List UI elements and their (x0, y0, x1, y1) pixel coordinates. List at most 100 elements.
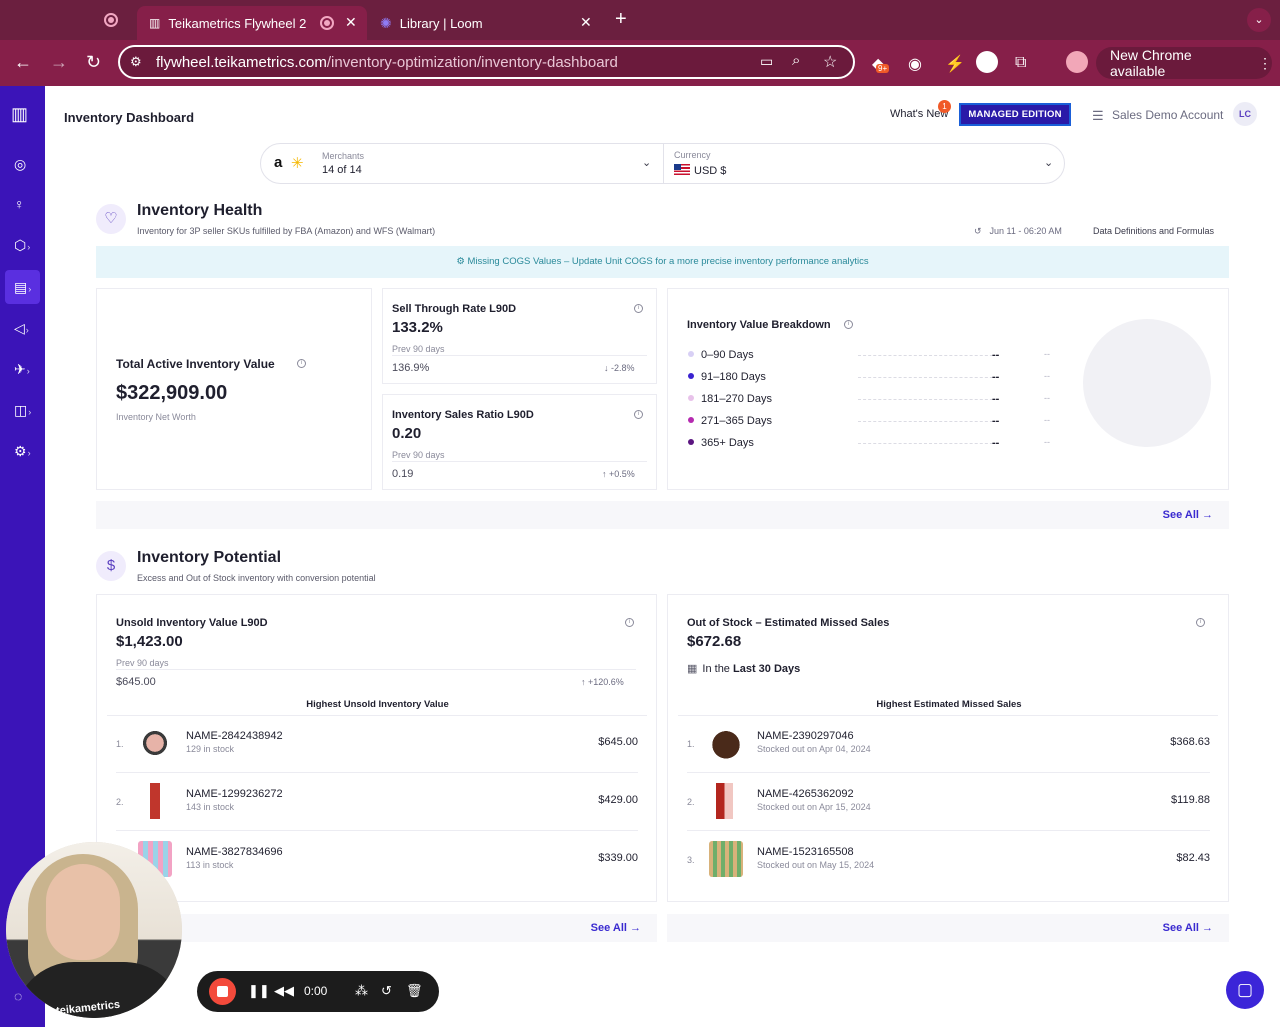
bookmark-star-icon[interactable]: ☆ (823, 52, 837, 72)
trash-icon[interactable]: 🗑 (406, 983, 423, 999)
delta: ↑ +0.5% (602, 469, 635, 479)
info-icon[interactable]: i (634, 410, 643, 419)
loom-camera-bubble[interactable]: teikametrics (6, 842, 182, 1018)
forward-icon[interactable]: → (50, 52, 68, 72)
settings-icon[interactable]: ⚙› (14, 443, 38, 460)
info-icon[interactable]: i (844, 320, 853, 329)
leader-line (858, 355, 998, 356)
zoom-icon[interactable]: ⌕ (792, 52, 800, 69)
extension-icon[interactable]: ◉ (908, 54, 922, 74)
puzzle-icon[interactable]: ⧉ (1015, 54, 1026, 72)
logo-icon[interactable]: ▥ (11, 104, 35, 125)
close-icon[interactable]: ✕ (345, 14, 357, 31)
product-value: $645.00 (598, 736, 638, 748)
managed-edition-badge[interactable]: MANAGED EDITION (959, 103, 1071, 126)
chat-icon[interactable]: ▢ (1226, 971, 1264, 1009)
recording-time: 0:00 (304, 984, 328, 998)
breakdown-row-pct: -- (1044, 415, 1050, 425)
product-name[interactable]: NAME-3827834696 (186, 846, 283, 858)
info-icon[interactable]: i (297, 359, 306, 368)
product-row[interactable]: 1. NAME-2842438942 129 in stock $645.00 (116, 717, 638, 773)
product-name[interactable]: NAME-1299236272 (186, 788, 283, 800)
breakdown-row: 91–180 Days -- -- (688, 371, 1058, 383)
kebab-menu-icon[interactable]: ⋮ (1258, 55, 1272, 72)
product-row[interactable]: 2. NAME-1299236272 143 in stock $429.00 (116, 775, 638, 831)
pause-icon[interactable]: ❚❚ (248, 983, 270, 999)
product-thumbnail (709, 783, 743, 819)
timestamp: Jun 11 - 06:20 AM (989, 226, 1062, 236)
tab-loom[interactable]: ✺ Library | Loom ✕ (372, 6, 602, 40)
compass-icon[interactable]: ◎ (14, 156, 38, 173)
site-info-icon[interactable]: ⚙ (130, 54, 142, 70)
inventory-icon[interactable]: ▤› (14, 279, 38, 296)
lightning-icon[interactable]: ⚡ (945, 54, 965, 74)
breakdown-label: Inventory Value Breakdown (687, 319, 831, 331)
chart-icon[interactable]: ◫› (14, 402, 38, 419)
product-row[interactable]: 2. NAME-4265362092 Stocked out on Apr 15, … (687, 775, 1210, 831)
camera-icon[interactable]: ▭ (760, 53, 773, 70)
avatar[interactable]: LC (1233, 102, 1257, 126)
breakdown-row-value: -- (992, 371, 1000, 383)
see-all-link[interactable]: See All → (591, 922, 641, 934)
tab-teikametrics[interactable]: ▥ Teikametrics Flywheel 2 ✕ (137, 6, 367, 40)
calendar-icon: ▦ (687, 663, 698, 675)
account-menu-icon[interactable]: ☰ (1092, 108, 1104, 124)
product-sub: 143 in stock (186, 802, 235, 812)
product-thumbnail (709, 841, 743, 877)
tab-search-chevron-icon[interactable]: ⌄ (1247, 8, 1271, 32)
gear-icon: ⚙ (456, 256, 465, 267)
sell-through-card: Sell Through Rate L90D i 133.2% Prev 90 … (382, 288, 657, 384)
potential-subtitle: Excess and Out of Stock inventory with c… (137, 573, 376, 583)
amazon-logo-icon: a (274, 154, 283, 171)
product-row[interactable]: 1. NAME-2390297046 Stocked out on Apr 04, … (687, 717, 1210, 773)
see-all-link[interactable]: See All → (1163, 509, 1213, 521)
stop-recording-button[interactable] (209, 978, 236, 1005)
profile-avatar[interactable] (1066, 51, 1088, 73)
total-value: $322,909.00 (116, 382, 228, 404)
breakdown-row-value: -- (992, 437, 1000, 449)
product-row[interactable]: 3. NAME-1523165508 Stocked out on May 15, … (687, 833, 1210, 889)
filter-bar: a ✳ Merchants 14 of 14 ⌄ Currency USD $ … (260, 143, 1065, 184)
close-icon[interactable]: ✕ (580, 14, 592, 31)
cogs-link[interactable]: Missing COGS Values (468, 256, 562, 267)
oos-label: Out of Stock – Estimated Missed Sales (687, 617, 890, 629)
period-value: Last 30 Days (732, 663, 801, 675)
merchants-select[interactable]: a ✳ Merchants 14 of 14 ⌄ (261, 144, 663, 183)
product-name[interactable]: NAME-1523165508 (757, 846, 854, 858)
divider (116, 669, 636, 670)
legend-dot (688, 373, 694, 379)
loom-control-bar: ❚❚ ◀◀ 0:00 ⁂ ↺ 🗑 (197, 971, 439, 1012)
see-all-link[interactable]: See All → (1163, 922, 1213, 934)
loom-favicon-icon: ✺ (380, 14, 392, 31)
recording-tab-icon[interactable] (104, 13, 118, 27)
restart-icon[interactable]: ↺ (381, 983, 392, 999)
account-name[interactable]: Sales Demo Account (1112, 108, 1223, 122)
leader-line (858, 377, 998, 378)
currency-select[interactable]: Currency USD $ ⌄ (664, 144, 1064, 183)
product-name[interactable]: NAME-2390297046 (757, 730, 854, 742)
rocket-icon[interactable]: ✈› (14, 361, 38, 378)
info-icon[interactable]: i (625, 618, 634, 627)
address-bar[interactable]: ⚙ flywheel.teikametrics.com/inventory-op… (118, 45, 855, 79)
extension-icon[interactable] (976, 51, 998, 73)
prev-label: Prev 90 days (116, 658, 169, 668)
sell-through-label: Sell Through Rate L90D (392, 303, 517, 315)
oos-value: $672.68 (687, 633, 742, 650)
breakdown-row-label: 365+ Days (701, 437, 754, 449)
cube-icon[interactable]: ⬡› (14, 237, 38, 254)
product-name[interactable]: NAME-4265362092 (757, 788, 854, 800)
lightbulb-icon[interactable]: ♀ (14, 196, 38, 212)
grid-icon[interactable]: ⁂ (355, 983, 368, 999)
new-tab-button[interactable]: + (615, 8, 627, 31)
info-icon[interactable]: i (1196, 618, 1205, 627)
reload-icon[interactable]: ↻ (86, 52, 101, 72)
product-row[interactable]: 3.NAME-3827834696113 in stock$339.00 (116, 833, 638, 889)
product-name[interactable]: NAME-2842438942 (186, 730, 283, 742)
megaphone-icon[interactable]: ◁› (14, 320, 38, 337)
rewind-icon[interactable]: ◀◀ (274, 983, 294, 999)
info-icon[interactable]: i (634, 304, 643, 313)
definitions-link[interactable]: Data Definitions and Formulas (1093, 226, 1214, 236)
breakdown-row-label: 0–90 Days (701, 349, 754, 361)
chrome-update-button[interactable]: New Chrome available ⋮ (1096, 47, 1272, 79)
back-icon[interactable]: ← (14, 52, 32, 72)
